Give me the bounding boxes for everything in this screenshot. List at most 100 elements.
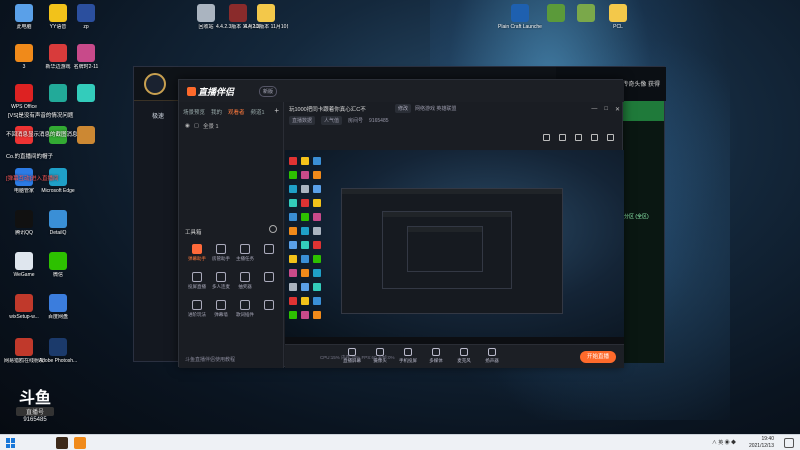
toolbox-item[interactable] — [257, 244, 281, 262]
performance-stats: CPU:15% 内存:30% FPS:60 丢帧:0% — [320, 355, 395, 360]
source-icon — [460, 348, 468, 356]
eye-icon[interactable]: ◉ — [185, 123, 190, 129]
desktop-icon[interactable]: DetailQ — [36, 210, 80, 236]
taskbar-assistant-icon[interactable] — [74, 437, 86, 449]
desktop-icon[interactable]: 微信 — [36, 252, 80, 278]
desktop-icon-label: PCL — [613, 24, 623, 30]
share-icon[interactable] — [575, 134, 582, 141]
desktop-icon[interactable]: 百度网盘 — [36, 294, 80, 320]
preview-icon — [301, 227, 309, 235]
toolbox-item[interactable] — [257, 300, 281, 318]
preview-icon — [301, 297, 309, 305]
gift-icon[interactable] — [543, 134, 550, 141]
source-label: 多媒体 — [429, 358, 443, 363]
scene-tab[interactable]: 频道1 — [251, 108, 265, 116]
clock[interactable]: 19:40 2021/12/13 — [749, 436, 774, 450]
edit-title-button[interactable]: 修改 — [395, 104, 412, 113]
preview-icon — [289, 227, 297, 235]
room-info-tag[interactable]: 直播数据 — [289, 116, 316, 125]
desktop-icon-label: zp — [83, 24, 89, 30]
taskbar-league-icon[interactable] — [56, 437, 68, 449]
app-icon — [15, 210, 33, 228]
toolbox-item[interactable]: 弹幕墙 — [209, 300, 233, 318]
minimize-button[interactable]: — — [591, 106, 597, 113]
scene-tab[interactable]: 场景预览 — [183, 108, 205, 116]
app-icon — [15, 294, 33, 312]
tool-icon — [216, 272, 226, 282]
room-title[interactable]: 玩1000把同卡跟着你真心汇C不 — [289, 105, 366, 113]
start-live-button[interactable]: 开始直播 — [580, 351, 616, 363]
start-button[interactable] — [6, 438, 16, 448]
tool-label: 主播任务 — [236, 256, 254, 261]
app-icon — [547, 4, 565, 22]
desktop-icon[interactable]: 4.4.2.3版本 11月10日... — [244, 4, 288, 30]
desktop-icon[interactable]: zp — [64, 4, 108, 30]
desktop-icon[interactable]: Adobe Photosh... — [36, 338, 80, 364]
watermark-room-id: 9165485 — [23, 417, 47, 423]
stream-preview[interactable] — [285, 150, 624, 344]
tool-label: 弹幕助手 — [188, 256, 206, 261]
room-titlebar: 玩1000把同卡跟着你真心汇C不 修改 网络游戏 英雄联盟 — □ ✕ — [285, 102, 624, 114]
desktop-icon[interactable]: 名牌时2-11 — [64, 44, 108, 70]
desktop-icon-label: 百度网盘 — [47, 314, 68, 320]
close-button[interactable]: ✕ — [615, 106, 620, 113]
source-icon — [404, 348, 412, 356]
desktop-icon-label: Adobe Photosh... — [38, 358, 78, 364]
toolbox-item[interactable]: 进阶玩法 — [185, 300, 209, 318]
app-icon — [15, 84, 33, 102]
tool-label: 进阶玩法 — [188, 312, 206, 317]
preview-icon — [301, 283, 309, 291]
league-right-panel: 分区 (全区) — [618, 101, 664, 363]
scene-tab[interactable]: 我的 — [211, 108, 222, 116]
app-icon — [77, 4, 95, 22]
nested-window-bar — [408, 227, 482, 232]
toolbox-item[interactable]: 房管助手 — [209, 244, 233, 262]
preview-icon — [313, 255, 321, 263]
toolbox-item[interactable]: 多人连麦 — [209, 272, 233, 290]
toolbox-item[interactable] — [257, 272, 281, 290]
nested-window-bar — [383, 212, 511, 217]
lock-icon[interactable] — [559, 134, 566, 141]
preview-icon — [313, 297, 321, 305]
desktop-icon-label: WPS Office — [11, 104, 37, 110]
source-button[interactable]: 扬声器 — [479, 348, 505, 364]
source-button[interactable]: 麦克风 — [451, 348, 477, 364]
desktop-icon[interactable] — [64, 84, 108, 104]
live-assistant-window[interactable]: 直播伴侣 新版 场景预览 我的 观看者 频道1 + ◉ ▢ 全景 1 工具箱 弹幕助手 房… — [178, 79, 624, 368]
nested-window-3 — [407, 226, 483, 272]
tool-label: 多人连麦 — [212, 284, 230, 289]
source-label: 手机投屏 — [399, 358, 417, 363]
preview-icon — [289, 171, 297, 179]
room-info-tag: 9165485 — [369, 117, 389, 124]
source-button[interactable]: 手机投屏 — [395, 348, 421, 364]
toolbox-item[interactable]: 歌词插件 — [233, 300, 257, 318]
clock-date: 2021/12/13 — [748, 443, 774, 449]
tutorial-notice[interactable]: 斗鱼直播伴侣使用教程 — [185, 356, 235, 363]
preview-icon — [289, 157, 297, 165]
toolbox-settings-icon[interactable] — [269, 225, 277, 233]
app-icon — [49, 252, 67, 270]
version-badge[interactable]: 新版 — [259, 86, 278, 97]
toolbox-item[interactable]: 主播任务 — [233, 244, 257, 262]
bell-icon[interactable] — [591, 134, 598, 141]
room-info-tag[interactable]: 人气值 — [321, 116, 343, 125]
toolbox-item[interactable]: 弹幕助手 — [185, 244, 209, 262]
add-scene-button[interactable]: + — [274, 107, 279, 116]
overlay-text: Co.的直播间的帽子 — [6, 154, 54, 160]
tool-icon — [216, 300, 226, 310]
notification-icon[interactable] — [784, 438, 794, 448]
lock-icon[interactable]: ▢ — [194, 123, 199, 129]
share-link-icon[interactable] — [607, 134, 614, 141]
toolbox-item[interactable]: 投屏直播 — [185, 272, 209, 290]
toolbox-item[interactable]: 抽奖器 — [233, 272, 257, 290]
maximize-button[interactable]: □ — [604, 106, 608, 113]
source-button[interactable]: 多媒体 — [423, 348, 449, 364]
scene-row[interactable]: ◉ ▢ 全景 1 — [179, 120, 283, 132]
tool-icon — [264, 244, 274, 254]
system-tray[interactable]: ∧ 英 ◉ ◆ — [712, 439, 736, 446]
category-label[interactable]: 网络游戏 英雄联盟 — [415, 105, 456, 112]
room-info-bar: 直播数据 人气值 房间号 9165485 — [289, 116, 389, 125]
app-icon — [49, 338, 67, 356]
scene-tab[interactable]: 观看者 — [228, 108, 245, 116]
desktop-icon[interactable]: PCL — [596, 4, 640, 30]
